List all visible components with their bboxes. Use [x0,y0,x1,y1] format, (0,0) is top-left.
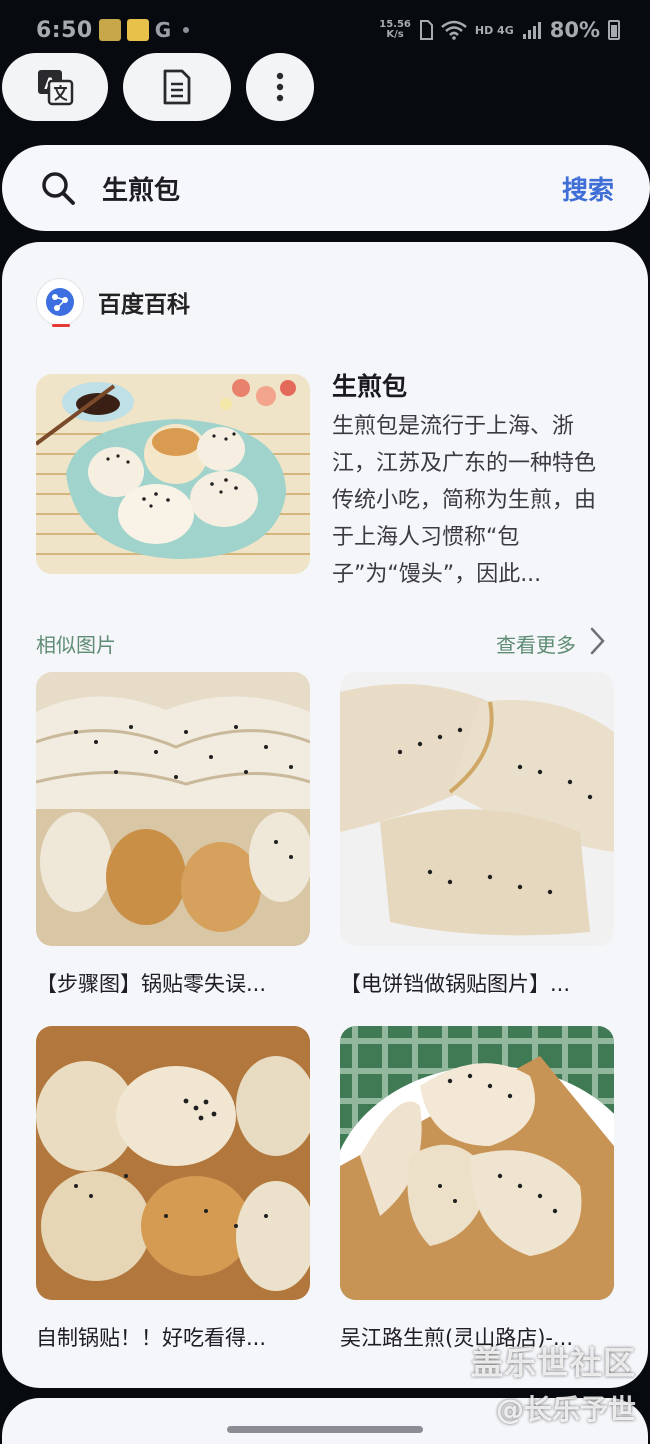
network-speed-unit: K/s [386,29,404,40]
result-card: 百度百科 生煎包 生煎包是流行于上海、浙江，江苏及广东的一种特色传统小吃，简称为… [2,242,648,1388]
folder-notification-icon [126,19,149,41]
more-vertical-icon [276,72,284,102]
document-button[interactable] [123,53,231,121]
similar-image-1[interactable] [36,672,310,946]
similar-images-header: 相似图片 查看更多 [36,627,614,657]
source-name: 百度百科 [98,292,190,318]
google-g-icon: G [154,18,172,42]
wifi-icon [441,20,467,40]
search-icon [42,172,75,205]
similar-image-3[interactable] [36,1026,310,1300]
search-query-text[interactable]: 生煎包 [102,170,562,207]
battery-icon [608,20,620,40]
sim-card-icon [419,20,433,40]
network-type-label: HD 4G [474,23,514,37]
entry-title[interactable]: 生煎包 [332,367,407,403]
document-icon [163,69,191,105]
search-bar[interactable]: 生煎包 搜索 [2,145,650,231]
similar-images-label: 相似图片 [36,633,116,657]
similar-image-2[interactable] [340,672,614,946]
baidu-baike-logo-icon [36,278,84,327]
more-notifications-dot-icon [183,27,190,33]
search-button[interactable]: 搜索 [562,170,614,207]
status-left: 6:50 G [36,17,190,43]
similar-image-caption-1[interactable]: 【步骤图】锅贴零失误... [36,968,310,998]
similar-image-caption-2[interactable]: 【电饼铛做锅贴图片】... [340,968,614,998]
entry-description[interactable]: 生煎包是流行于上海、浙江，江苏及广东的一种特色传统小吃，简称为生煎，由于上海人习… [332,408,604,593]
signal-icon [522,22,541,39]
network-speed: 15.56 K/s [379,20,411,40]
source-header[interactable]: 百度百科 [36,278,190,327]
watermark-user-handle: @长乐予世 [495,1393,636,1426]
gallery-notification-icon [98,19,121,41]
battery-percentage: 80% [549,18,600,42]
view-more-link[interactable]: 查看更多 [496,629,576,658]
similar-image-4[interactable] [340,1026,614,1300]
translate-button[interactable]: A [2,53,108,121]
watermark-forum-name: 盖乐世社区 [470,1344,636,1382]
status-bar: 6:50 G 15.56 K/s HD 4G 80% [0,0,650,60]
status-right: 15.56 K/s HD 4G 80% [379,18,620,42]
more-options-button[interactable] [246,53,314,121]
translate-icon: A [38,70,74,106]
gesture-navigation-handle[interactable] [227,1426,423,1433]
similar-image-caption-3[interactable]: 自制锅贴！！好吃看得... [36,1322,310,1352]
chevron-right-icon[interactable] [586,625,608,657]
status-time: 6:50 [36,17,93,43]
top-action-row: A [0,53,650,121]
result-hero-image[interactable] [36,374,310,574]
